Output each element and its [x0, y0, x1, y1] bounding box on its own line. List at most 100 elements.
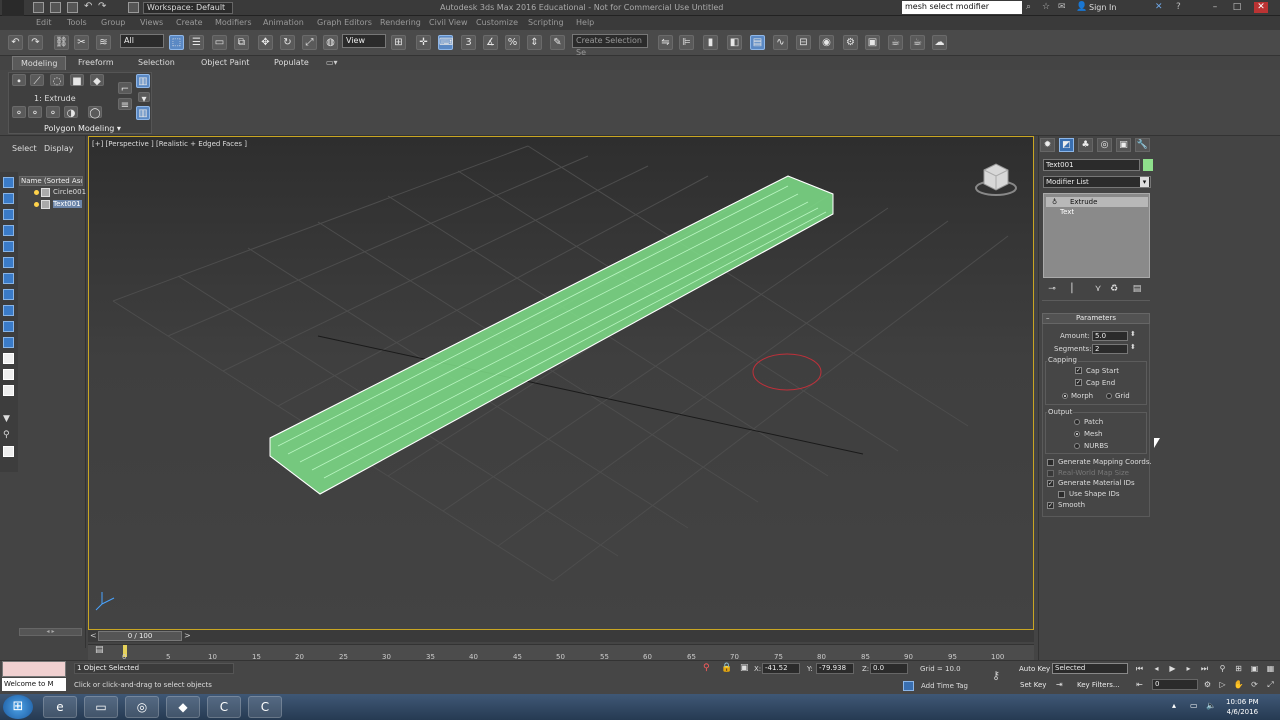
object-color-swatch[interactable] [1143, 159, 1153, 171]
configure-sets-icon[interactable]: ▤ [1131, 283, 1143, 295]
rotate-icon[interactable]: ↻ [280, 35, 295, 50]
maximize-button[interactable]: □ [1230, 2, 1244, 13]
tree-item-circle001[interactable]: Circle001 [53, 188, 86, 196]
tab-populate[interactable]: Populate [266, 56, 317, 70]
time-tag-icon[interactable] [903, 681, 914, 691]
play-icon[interactable]: ▶ [1166, 663, 1179, 674]
filter-xrefs-icon[interactable] [3, 289, 14, 300]
menu-rendering[interactable]: Rendering [380, 18, 421, 27]
keyboard-shortcut-icon[interactable]: ⌨ [438, 35, 453, 50]
circle001-shape[interactable] [752, 353, 822, 391]
generate-mapping-checkbox[interactable] [1047, 459, 1054, 466]
ribbon-options-icon[interactable]: ▭▾ [326, 58, 338, 67]
zoom-all-icon[interactable]: ⊞ [1232, 663, 1245, 674]
visibility-icon[interactable] [34, 190, 39, 195]
menu-edit[interactable]: Edit [36, 18, 52, 27]
lock-selection-icon[interactable]: 🔒 [721, 663, 732, 673]
make-unique-icon[interactable]: ⋎ [1092, 283, 1104, 295]
field-of-view-icon[interactable]: ▷ [1216, 679, 1229, 690]
workspace-selector[interactable]: Workspace: Default [143, 2, 233, 14]
select-by-name-icon[interactable]: ☰ [189, 35, 204, 50]
menu-group[interactable]: Group [101, 18, 125, 27]
named-selection-dropdown[interactable]: Create Selection Se [572, 34, 648, 57]
menu-help[interactable]: Help [576, 18, 594, 27]
find-icon[interactable]: ⚲ [3, 430, 10, 440]
app-icon[interactable]: ◆ [166, 696, 200, 718]
menu-civil-view[interactable]: Civil View [429, 18, 468, 27]
tree-item-text001[interactable]: Text001 [53, 200, 82, 208]
filter-containers-icon[interactable] [3, 321, 14, 332]
menu-tools[interactable]: Tools [67, 18, 87, 27]
comm-center-icon[interactable]: ✉ [1058, 2, 1066, 12]
link-icon[interactable]: ⛓ [54, 35, 69, 50]
layers-icon[interactable]: ◧ [727, 35, 742, 50]
curve-editor-icon[interactable]: ∿ [773, 35, 788, 50]
polygon-modeling-dropdown[interactable]: Polygon Modeling ▾ [44, 124, 121, 133]
key-icon[interactable]: ⚷ [992, 669, 1000, 682]
absolute-mode-icon[interactable]: ▣ [740, 663, 749, 673]
zoom-extents-all-icon[interactable]: ▦ [1264, 663, 1277, 674]
open-file-icon[interactable] [50, 2, 61, 13]
filter-shapes-icon[interactable] [3, 193, 14, 204]
display-none-icon[interactable] [3, 385, 14, 396]
layer-explorer-icon[interactable]: ▮ [703, 35, 718, 50]
render-cloud-icon[interactable]: ☁ [932, 35, 947, 50]
search-input[interactable]: mesh select modifier [902, 1, 1022, 14]
manipulate-icon[interactable]: ✛ [416, 35, 431, 50]
filter-helpers-icon[interactable] [3, 241, 14, 252]
redo-icon[interactable]: ↷ [98, 1, 106, 12]
snaps-toggle-icon[interactable]: 3 [461, 35, 476, 50]
stack-item-extrude[interactable]: ♁ Extrude [1046, 197, 1148, 207]
undo-icon[interactable]: ↶ [8, 35, 23, 50]
help-icon[interactable]: ? [1176, 2, 1181, 12]
modifier-list-dropdown[interactable]: Modifier List ▾ [1043, 176, 1151, 188]
vertex-icon[interactable]: ∙ [12, 74, 26, 87]
tab-object-paint[interactable]: Object Paint [193, 56, 257, 70]
explorer-column-header[interactable]: Name (Sorted Ascen [19, 176, 83, 186]
zoom-icon[interactable]: ⚲ [1216, 663, 1229, 674]
time-config-icon[interactable]: ⚙ [1201, 679, 1214, 690]
amount-spinner[interactable]: 5.0 [1092, 331, 1128, 341]
maxscript-listener[interactable] [2, 661, 66, 677]
tray-display-icon[interactable]: ▭ [1190, 701, 1198, 710]
filter-funnel-icon[interactable]: ▼ [3, 414, 10, 424]
y-coordinate-field[interactable]: -79.938 [816, 663, 854, 674]
filter-spacewarps-icon[interactable] [3, 257, 14, 268]
render-production-icon[interactable]: ☕ [888, 35, 903, 50]
object-name-field[interactable]: Text001 [1043, 159, 1140, 171]
sign-in-link[interactable]: Sign In [1089, 3, 1116, 12]
project-folder-icon[interactable] [128, 2, 139, 13]
search-binoculars-icon[interactable]: ⌕ [1026, 2, 1031, 12]
auto-key-button[interactable]: Auto Key [1019, 665, 1050, 673]
z-coordinate-field[interactable]: 0.0 [870, 663, 908, 674]
display-all-icon[interactable] [3, 369, 14, 380]
tray-arrow-icon[interactable]: ▴ [1172, 701, 1176, 710]
use-shape-ids-checkbox[interactable] [1058, 491, 1065, 498]
toggle-modifier-icon[interactable]: ▥ [136, 106, 150, 120]
current-frame-field[interactable]: 0 [1152, 679, 1198, 690]
use-soft-selection-icon[interactable]: ◯ [88, 106, 102, 119]
text001-object[interactable] [269, 175, 834, 495]
zoom-extents-icon[interactable]: ▣ [1248, 663, 1261, 674]
isolate-icon[interactable]: ⚲ [703, 663, 710, 673]
preview-sub-icon[interactable]: ⚬ [28, 106, 42, 119]
recorder-icon[interactable]: C [248, 696, 282, 718]
unlink-icon[interactable]: ✂ [74, 35, 89, 50]
patch-radio[interactable] [1074, 419, 1080, 425]
filter-bones-icon[interactable] [3, 305, 14, 316]
menu-modifiers[interactable]: Modifiers [215, 18, 252, 27]
filter-lights-icon[interactable] [3, 209, 14, 220]
cap-start-checkbox[interactable]: ✓ [1075, 367, 1082, 374]
save-file-icon[interactable] [67, 2, 78, 13]
preview-off-icon[interactable]: ⚬ [12, 106, 26, 119]
preview-multi-icon[interactable]: ⚬ [46, 106, 60, 119]
nurbs-radio[interactable] [1074, 443, 1080, 449]
explorer-scrollbar[interactable]: ◂ ▸ [19, 628, 82, 636]
layer-sort-icon[interactable] [3, 446, 14, 457]
menu-customize[interactable]: Customize [476, 18, 518, 27]
ribbon-toggle-icon[interactable]: ▤ [750, 35, 765, 50]
pan-icon[interactable]: ✋ [1232, 679, 1245, 690]
create-tab-icon[interactable]: ✹ [1040, 138, 1055, 152]
go-to-end-icon[interactable]: ⏭ [1198, 663, 1211, 674]
render-iterative-icon[interactable]: ☕ [910, 35, 925, 50]
